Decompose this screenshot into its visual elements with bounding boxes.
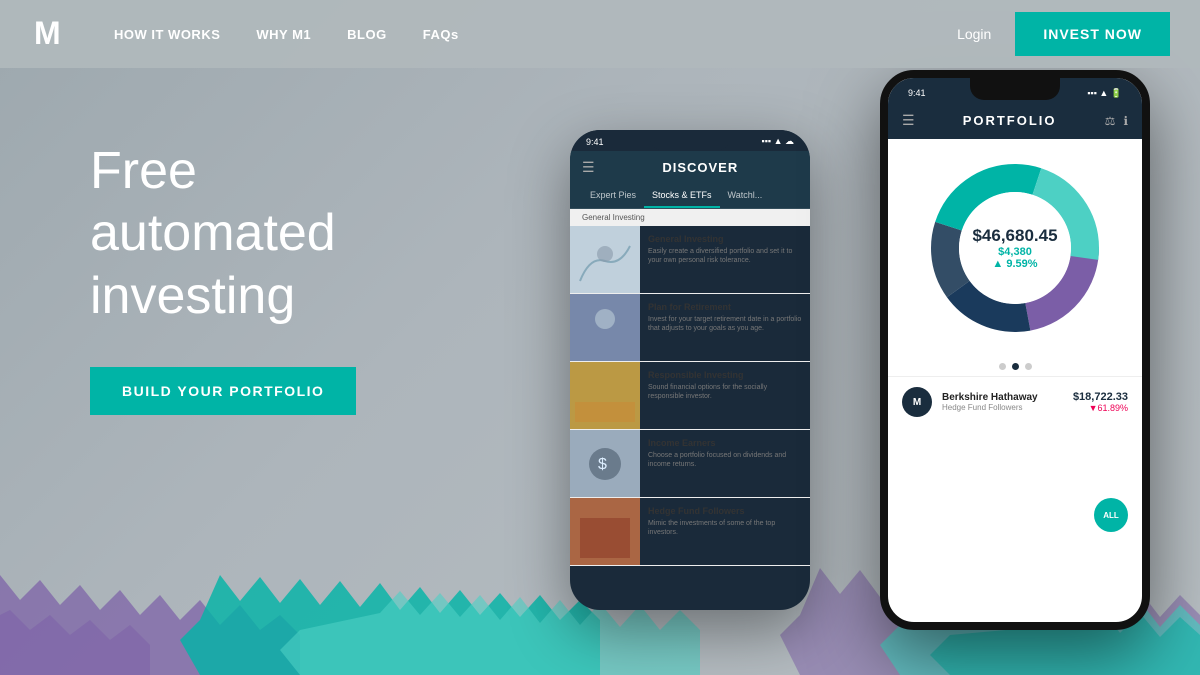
item-text-general: General Investing Easily create a divers… [640,226,810,293]
item-desc: Invest for your target retirement date i… [648,315,802,333]
item-image-retirement [570,294,640,361]
phone2-header: ☰ PORTFOLIO ⚖ ℹ [888,106,1142,139]
phone-portfolio: 9:41 ▪▪▪ ▲ 🔋 ☰ PORTFOLIO ⚖ ℹ [880,70,1150,630]
login-button[interactable]: Login [957,26,991,42]
all-button[interactable]: ALL [1094,498,1128,532]
nav-links: HOW IT WORKS WHY M1 BLOG FAQs [114,27,957,42]
portfolio-value: $46,680.45 [972,226,1057,246]
item-text-hedge: Hedge Fund Followers Mimic the investmen… [640,498,810,565]
list-item: $ Income Earners Choose a portfolio focu… [570,430,810,498]
card-sub: Hedge Fund Followers [942,403,1063,412]
nav-blog[interactable]: BLOG [347,27,387,42]
item-title: Hedge Fund Followers [648,506,802,516]
logo[interactable]: M [30,10,114,59]
carousel-dots [888,357,1142,376]
list-item: Hedge Fund Followers Mimic the investmen… [570,498,810,566]
phone1-time: 9:41 [586,137,604,147]
dot-1[interactable] [999,363,1006,370]
item-image-responsible [570,362,640,429]
list-item: Plan for Retirement Invest for your targ… [570,294,810,362]
card-value: $18,722.33 ▼61.89% [1073,391,1128,413]
dot-2[interactable] [1012,363,1019,370]
donut-chart: $46,680.45 $4,380 ▲ 9.59% [920,153,1110,343]
item-desc: Mimic the investments of some of the top… [648,519,802,537]
portfolio-pct: ▲ 9.59% [972,258,1057,270]
item-title: Responsible Investing [648,370,802,380]
phones-container: 9:41 ▪▪▪ ▲ ☁ ☰ DISCOVER Expert Pies Stoc… [570,70,1150,660]
phone1-tab-stocks[interactable]: Stocks & ETFs [644,184,720,208]
phone1-subheader: General Investing [570,209,810,226]
invest-now-button[interactable]: INVEST NOW [1015,12,1170,56]
phone2-menu-icon: ☰ [902,112,915,129]
svg-text:M: M [34,15,61,51]
card-amount: $18,722.33 [1073,391,1128,403]
item-title: Income Earners [648,438,802,448]
phone2-notch [970,78,1060,100]
list-item: Responsible Investing Sound financial op… [570,362,810,430]
card-info: Berkshire Hathaway Hedge Fund Followers [942,392,1063,412]
phone2-signal-icon: ▪▪▪ ▲ 🔋 [1087,88,1122,99]
build-portfolio-button[interactable]: BUILD YOUR PORTFOLIO [90,367,356,415]
nav-faqs[interactable]: FAQs [423,27,459,42]
item-text-responsible: Responsible Investing Sound financial op… [640,362,810,429]
item-image-hedge [570,498,640,565]
phone2-title: PORTFOLIO [915,113,1105,128]
phone2-time: 9:41 [908,88,926,98]
item-text-income: Income Earners Choose a portfolio focuse… [640,430,810,497]
card-pct: ▼61.89% [1073,403,1128,413]
navbar: M HOW IT WORKS WHY M1 BLOG FAQs Login IN… [0,0,1200,68]
item-desc: Sound financial options for the socially… [648,383,802,401]
nav-why-m1[interactable]: WHY M1 [256,27,311,42]
list-item: General Investing Easily create a divers… [570,226,810,294]
item-title: General Investing [648,234,802,244]
item-desc: Easily create a diversified portfolio an… [648,247,802,265]
phone1-header: ☰ DISCOVER [570,151,810,184]
phone2-info-icon: ℹ [1123,114,1128,128]
nav-right: Login INVEST NOW [957,12,1170,56]
card-avatar: M [902,387,932,417]
hero-title: Free automated investing [90,140,356,327]
svg-text:$: $ [598,456,607,473]
item-title: Plan for Retirement [648,302,802,312]
card-name: Berkshire Hathaway [942,392,1063,403]
portfolio-chart-area: $46,680.45 $4,380 ▲ 9.59% [888,139,1142,357]
item-desc: Choose a portfolio focused on dividends … [648,451,802,469]
phone1-tab-watchlist[interactable]: Watchl... [720,184,771,208]
phone1-signal-icon: ▪▪▪ ▲ ☁ [762,136,794,147]
portfolio-card: M Berkshire Hathaway Hedge Fund Follower… [888,376,1142,427]
phone1-title: DISCOVER [603,160,798,175]
dot-3[interactable] [1025,363,1032,370]
nav-how-it-works[interactable]: HOW IT WORKS [114,27,220,42]
phone1-tabs: Expert Pies Stocks & ETFs Watchl... [570,184,810,209]
phone1-menu-icon: ☰ [582,159,595,176]
phone2-balance-icon: ⚖ [1105,114,1116,128]
item-image-income: $ [570,430,640,497]
hero-text: Free automated investing BUILD YOUR PORT… [90,140,356,415]
phone1-tab-expert[interactable]: Expert Pies [582,184,644,208]
item-image-general [570,226,640,293]
donut-center-values: $46,680.45 $4,380 ▲ 9.59% [972,226,1057,270]
phone1-list: General Investing Easily create a divers… [570,226,810,566]
phone-discover: 9:41 ▪▪▪ ▲ ☁ ☰ DISCOVER Expert Pies Stoc… [570,130,810,610]
portfolio-change: $4,380 [972,246,1057,258]
item-text-retirement: Plan for Retirement Invest for your targ… [640,294,810,361]
phone1-notch [650,130,730,150]
